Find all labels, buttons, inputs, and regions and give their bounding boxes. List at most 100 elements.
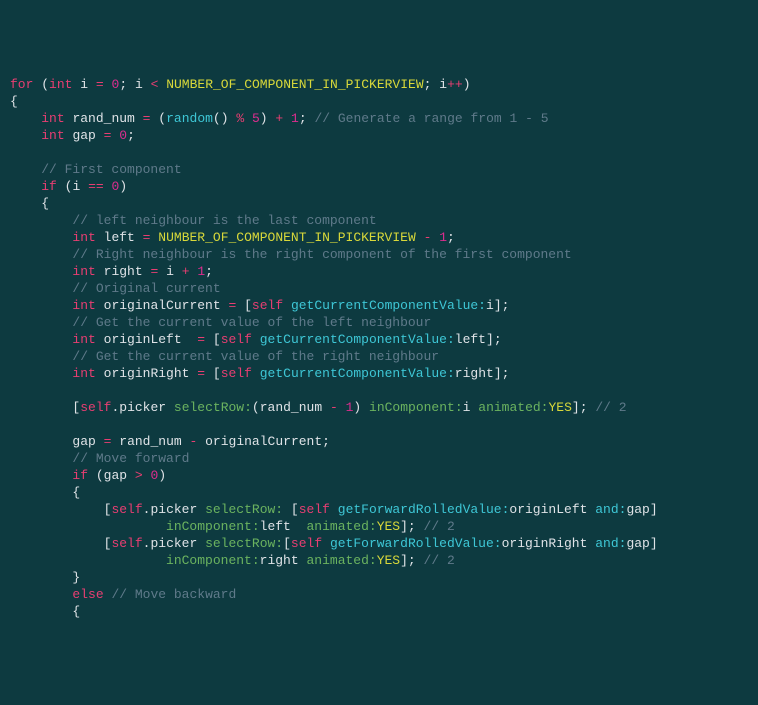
operator: = <box>104 128 112 143</box>
keyword-self: self <box>299 502 330 517</box>
code-line: // Right neighbour is the right componen… <box>10 247 572 262</box>
code-line: else // Move backward <box>10 587 236 602</box>
identifier: gap <box>72 128 95 143</box>
method-selector: and: <box>595 502 626 517</box>
identifier: gap <box>72 434 95 449</box>
comment: // Generate a range from 1 - 5 <box>314 111 548 126</box>
bracket: ] <box>494 366 502 381</box>
bracket: [ <box>213 332 221 347</box>
paren: ) <box>119 179 127 194</box>
keyword-self: self <box>291 536 322 551</box>
type-int: int <box>41 111 64 126</box>
identifier: gap <box>626 502 649 517</box>
keyword-self: self <box>80 400 111 415</box>
message-selector: inComponent: <box>166 519 260 534</box>
comment: // First component <box>41 162 181 177</box>
message-selector: animated: <box>306 519 376 534</box>
identifier: originLeft <box>104 332 182 347</box>
semicolon: ; <box>494 332 502 347</box>
semicolon: ; <box>127 128 135 143</box>
code-line: // Original current <box>10 281 221 296</box>
code-line: int right = i + 1; <box>10 264 213 279</box>
type-int: int <box>72 366 95 381</box>
semicolon: ; <box>205 264 213 279</box>
keyword-self: self <box>221 366 252 381</box>
method-selector: getCurrentComponentValue: <box>260 332 455 347</box>
identifier: originRight <box>502 536 588 551</box>
constant: YES <box>377 553 400 568</box>
identifier: right <box>104 264 143 279</box>
code-line: } <box>10 570 80 585</box>
identifier: originalCurrent <box>205 434 322 449</box>
paren: ) <box>158 468 166 483</box>
operator: = <box>143 111 151 126</box>
brace: { <box>10 94 18 109</box>
semicolon: ; <box>502 366 510 381</box>
comment: // Move backward <box>111 587 236 602</box>
keyword-self: self <box>221 332 252 347</box>
message-selector: selectRow: <box>205 536 283 551</box>
type-int: int <box>72 264 95 279</box>
bracket: ] <box>400 519 408 534</box>
paren: ( <box>158 111 166 126</box>
comment: // Right neighbour is the right componen… <box>72 247 571 262</box>
constant: YES <box>377 519 400 534</box>
code-editor: for (int i = 0; i < NUMBER_OF_COMPONENT_… <box>10 76 748 620</box>
semicolon: ; <box>119 77 127 92</box>
property: picker <box>150 536 197 551</box>
operator: + <box>275 111 283 126</box>
bracket: ] <box>400 553 408 568</box>
code-line: inComponent:left animated:YES]; // 2 <box>10 519 455 534</box>
identifier: left <box>260 519 291 534</box>
paren: ( <box>96 468 104 483</box>
bracket: [ <box>291 502 299 517</box>
operator: - <box>424 230 432 245</box>
keyword-else: else <box>72 587 103 602</box>
keyword-self: self <box>252 298 283 313</box>
identifier: rand_num <box>119 434 181 449</box>
comment: // left neighbour is the last component <box>72 213 376 228</box>
code-line: gap = rand_num - originalCurrent; <box>10 434 330 449</box>
code-line: { <box>10 94 18 109</box>
message-selector: animated: <box>306 553 376 568</box>
property: picker <box>150 502 197 517</box>
message-selector: selectRow: <box>174 400 252 415</box>
semicolon: ; <box>408 553 416 568</box>
message-selector: inComponent: <box>369 400 463 415</box>
comment: // 2 <box>424 519 455 534</box>
method-selector: getCurrentComponentValue: <box>260 366 455 381</box>
function-call: random <box>166 111 213 126</box>
operator: == <box>88 179 104 194</box>
brace: { <box>72 604 80 619</box>
semicolon: ; <box>502 298 510 313</box>
operator: = <box>150 264 158 279</box>
type-int: int <box>72 298 95 313</box>
semicolon: ; <box>408 519 416 534</box>
code-line: [self.picker selectRow:(rand_num - 1) in… <box>10 400 627 415</box>
code-line: // Move forward <box>10 451 189 466</box>
comment: // 2 <box>424 553 455 568</box>
message-selector: inComponent: <box>166 553 260 568</box>
identifier: right <box>260 553 299 568</box>
constant: NUMBER_OF_COMPONENT_IN_PICKERVIEW <box>166 77 423 92</box>
comment: // 2 <box>595 400 626 415</box>
operator: = <box>143 230 151 245</box>
operator: = <box>197 366 205 381</box>
method-selector: getForwardRolledValue: <box>338 502 510 517</box>
bracket: ] <box>650 536 658 551</box>
paren: ) <box>463 77 471 92</box>
method-selector: and: <box>595 536 626 551</box>
semicolon: ; <box>580 400 588 415</box>
type-int: int <box>49 77 72 92</box>
code-line: int left = NUMBER_OF_COMPONENT_IN_PICKER… <box>10 230 455 245</box>
identifier: i <box>135 77 143 92</box>
code-line: inComponent:right animated:YES]; // 2 <box>10 553 455 568</box>
code-line: int gap = 0; <box>10 128 135 143</box>
comment: // Move forward <box>72 451 189 466</box>
operator: ++ <box>447 77 463 92</box>
paren: ( <box>252 400 260 415</box>
keyword-if: if <box>72 468 88 483</box>
identifier: i <box>72 179 80 194</box>
identifier: i <box>166 264 174 279</box>
identifier: left <box>104 230 135 245</box>
